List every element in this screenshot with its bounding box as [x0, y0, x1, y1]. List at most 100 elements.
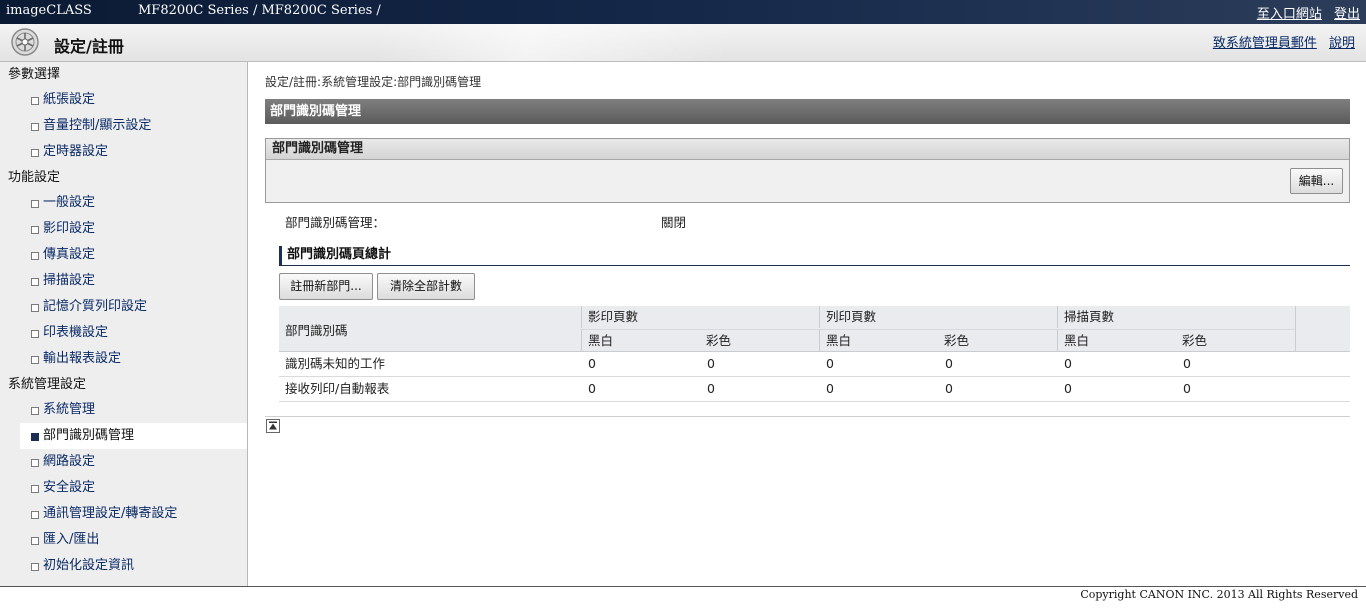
bullet-icon [31, 226, 39, 234]
status-value: 關閉 [661, 215, 687, 230]
column-header-print-bw: 黑白 [819, 329, 938, 351]
row-department-name: 接收列印/自動報表 [285, 381, 390, 396]
sidebar-item-volume-display[interactable]: 音量控制/顯示設定 [0, 113, 247, 139]
column-header-copy-color: 彩色 [700, 329, 819, 351]
sidebar-group-system-management: 系統管理設定 [8, 377, 87, 392]
main-content: 設定/註冊:系統管理設定:部門識別碼管理 部門識別碼管理 部門識別碼管理 編輯.… [248, 62, 1366, 586]
panel-title: 部門識別碼管理 [266, 139, 1349, 160]
totals-section-title: 部門識別碼頁總計 [279, 246, 1350, 266]
page-header: 設定/註冊 致系統管理員郵件 說明 [0, 24, 1366, 62]
bullet-icon [31, 563, 39, 571]
sidebar-item-label: 初始化設定資訊 [43, 558, 135, 573]
bullet-icon [31, 537, 39, 545]
sidebar-item-label: 一般設定 [43, 195, 96, 210]
edit-button[interactable]: 編輯... [1290, 168, 1343, 194]
row-department-name: 識別碼未知的工作 [285, 356, 386, 371]
column-group-copy-pages: 影印頁數 [581, 306, 819, 328]
column-header-copy-bw: 黑白 [581, 329, 700, 351]
back-to-top-icon[interactable] [266, 419, 280, 433]
sidebar-group-preferences: 參數選擇 [8, 67, 61, 82]
sidebar-item-label: 掃描設定 [43, 273, 96, 288]
bullet-icon [31, 459, 39, 467]
help-link[interactable]: 說明 [1329, 36, 1355, 51]
cell-scan-color: 0 [1183, 381, 1191, 396]
sidebar-item-system-management[interactable]: 系統管理 [0, 397, 247, 423]
page-totals-table: 部門識別碼 影印頁數 列印頁數 掃描頁數 黑白 彩色 黑白 彩色 黑白 彩色 識… [279, 306, 1350, 402]
portal-link[interactable]: 至入口網站 [1257, 7, 1322, 22]
header-decoration [380, 24, 880, 61]
top-bar: imageCLASS MF8200C Series / MF8200C Seri… [0, 0, 1366, 24]
arrow-up-icon [269, 421, 277, 430]
sidebar-item-label: 音量控制/顯示設定 [43, 118, 152, 133]
column-header-print-color: 彩色 [938, 329, 1057, 351]
sidebar-group-function-settings: 功能設定 [8, 170, 61, 185]
cell-copy-color: 0 [707, 381, 715, 396]
clear-all-counts-button[interactable]: 清除全部計數 [377, 273, 475, 300]
sidebar-item-label: 匯入/匯出 [43, 532, 100, 547]
table-header: 部門識別碼 影印頁數 列印頁數 掃描頁數 黑白 彩色 黑白 彩色 黑白 彩色 [279, 306, 1350, 352]
sidebar-item-security-settings[interactable]: 安全設定 [0, 475, 247, 501]
bullet-icon [31, 407, 39, 415]
bullet-icon [31, 304, 39, 312]
bullet-icon [31, 356, 39, 364]
page-title: 設定/註冊 [54, 37, 124, 56]
sidebar-item-label: 通訊管理設定/轉寄設定 [43, 506, 178, 521]
table-row: 接收列印/自動報表 0 0 0 0 0 0 [279, 377, 1350, 402]
sidebar: 參數選擇 紙張設定 音量控制/顯示設定 定時器設定 功能設定 一般設定 影印設定… [0, 62, 248, 586]
sidebar-item-label: 安全設定 [43, 480, 96, 495]
cell-print-color: 0 [945, 356, 953, 371]
sidebar-item-label: 定時器設定 [43, 144, 109, 159]
column-header-blank [1295, 306, 1350, 351]
cell-scan-bw: 0 [1064, 381, 1072, 396]
bullet-icon [31, 433, 39, 441]
column-header-department-id: 部門識別碼 [285, 323, 348, 338]
device-model: MF8200C Series / MF8200C Series / [138, 3, 381, 18]
bullet-icon [31, 200, 39, 208]
bullet-icon [31, 485, 39, 493]
column-header-scan-bw: 黑白 [1057, 329, 1176, 351]
sidebar-item-label: 記憶介質列印設定 [43, 299, 148, 314]
register-department-button[interactable]: 註冊新部門... [279, 273, 373, 300]
sidebar-item-timer-settings[interactable]: 定時器設定 [0, 139, 247, 165]
bullet-icon [31, 511, 39, 519]
sidebar-item-memory-media-print[interactable]: 記憶介質列印設定 [0, 294, 247, 320]
cell-scan-color: 0 [1183, 356, 1191, 371]
footer-divider [0, 586, 1366, 587]
status-label: 部門識別碼管理： [285, 215, 386, 230]
sidebar-item-import-export[interactable]: 匯入/匯出 [0, 527, 247, 553]
sidebar-item-label: 印表機設定 [43, 325, 109, 340]
cell-print-color: 0 [945, 381, 953, 396]
cell-copy-bw: 0 [588, 381, 596, 396]
bullet-icon [31, 330, 39, 338]
divider [265, 416, 1350, 417]
brand-logo: imageCLASS [6, 3, 92, 18]
sidebar-item-label: 紙張設定 [43, 92, 96, 107]
sidebar-item-label: 輸出報表設定 [43, 351, 122, 366]
cell-print-bw: 0 [826, 356, 834, 371]
breadcrumb: 設定/註冊:系統管理設定:部門識別碼管理 [265, 75, 482, 89]
sidebar-item-printer-settings[interactable]: 印表機設定 [0, 320, 247, 346]
copyright: Copyright CANON INC. 2013 All Rights Res… [1080, 588, 1358, 601]
section-title-bar: 部門識別碼管理 [265, 99, 1350, 124]
cell-print-bw: 0 [826, 381, 834, 396]
sidebar-item-label: 影印設定 [43, 221, 96, 236]
sidebar-item-network-settings[interactable]: 網路設定 [0, 449, 247, 475]
sidebar-item-label: 系統管理 [43, 402, 96, 417]
column-group-print-pages: 列印頁數 [819, 306, 1057, 328]
column-header-scan-color: 彩色 [1176, 329, 1295, 351]
sidebar-item-paper-settings[interactable]: 紙張設定 [0, 87, 247, 113]
sidebar-item-communication-forwarding[interactable]: 通訊管理設定/轉寄設定 [0, 501, 247, 527]
logout-link[interactable]: 登出 [1334, 7, 1360, 22]
sidebar-item-scan-settings[interactable]: 掃描設定 [0, 268, 247, 294]
admin-mail-link[interactable]: 致系統管理員郵件 [1213, 36, 1317, 51]
cell-scan-bw: 0 [1064, 356, 1072, 371]
sidebar-item-output-report[interactable]: 輸出報表設定 [0, 346, 247, 372]
cell-copy-color: 0 [707, 356, 715, 371]
sidebar-item-label: 傳真設定 [43, 247, 96, 262]
sidebar-item-copy-settings[interactable]: 影印設定 [0, 216, 247, 242]
sidebar-item-fax-settings[interactable]: 傳真設定 [0, 242, 247, 268]
column-group-scan-pages: 掃描頁數 [1057, 306, 1295, 328]
sidebar-item-initialize-settings[interactable]: 初始化設定資訊 [0, 553, 247, 579]
sidebar-item-general-settings[interactable]: 一般設定 [0, 190, 247, 216]
sidebar-item-department-id[interactable]: 部門識別碼管理 [20, 423, 247, 449]
